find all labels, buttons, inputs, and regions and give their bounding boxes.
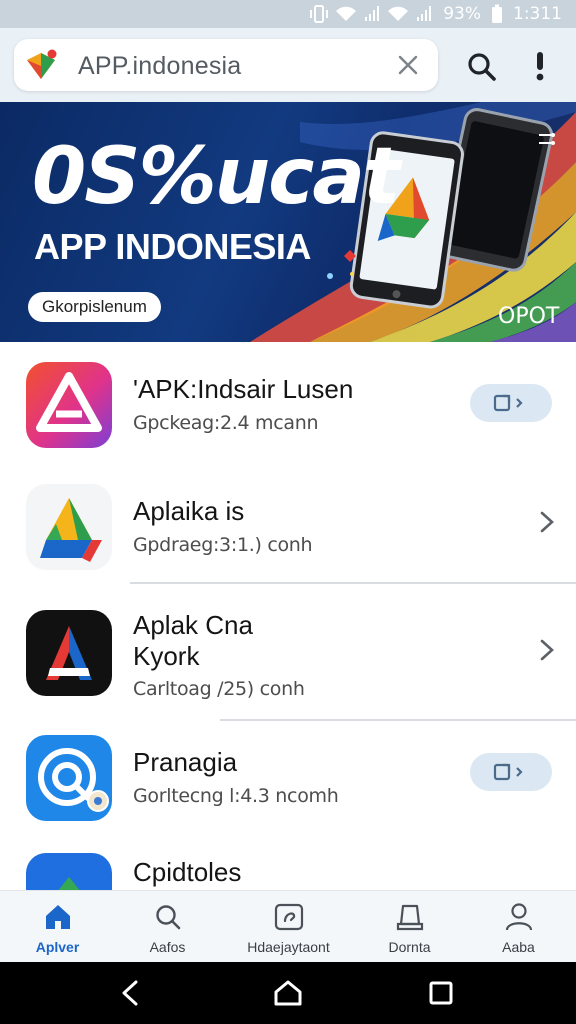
battery-icon — [492, 4, 502, 23]
banner-subtitle: APP INDONESIA — [34, 226, 311, 267]
app-name: Cpidtoles — [133, 857, 242, 887]
nav-tab-search[interactable]: Aafos — [110, 891, 225, 963]
status-icons — [309, 5, 433, 23]
profile-icon — [505, 903, 532, 931]
open-app-icon — [493, 394, 523, 412]
wifi-icon-2 — [388, 6, 409, 21]
close-icon — [398, 55, 418, 75]
nav-tab-home[interactable]: Aplver — [0, 891, 115, 963]
app-name: Pranagia — [133, 747, 238, 777]
signal-icon — [365, 6, 380, 21]
search-input[interactable]: APP.indonesia — [78, 52, 241, 81]
app-name-line-1: Aplak Cna — [133, 610, 253, 640]
more-vertical-icon[interactable] — [528, 49, 552, 83]
open-app-icon — [493, 763, 523, 781]
prism-logo-icon — [40, 498, 102, 562]
chevron-right-icon[interactable] — [536, 636, 558, 664]
updates-icon — [274, 903, 303, 931]
home-button-icon[interactable] — [271, 978, 305, 1008]
list-item[interactable]: Aplaika is Gpdraeg:3:1.) conh — [0, 472, 576, 584]
battery-percent: 93% — [443, 4, 481, 24]
app-name: 'APK:Indsair Lusen — [133, 374, 354, 404]
app-logo-icon — [58, 877, 80, 890]
wifi-icon — [336, 6, 357, 21]
app-icon-aplak-cna — [26, 610, 112, 696]
banner-title: 0S%ucat — [32, 132, 400, 222]
app-icon-aplaika — [26, 484, 112, 570]
list-item[interactable]: 'APK:Indsair Lusen Gpckeag:2.4 mcann — [0, 342, 576, 472]
search-icon — [155, 905, 180, 930]
nav-tab-profile[interactable]: Aaba — [461, 891, 576, 963]
system-navigation-bar — [0, 962, 576, 1024]
list-item[interactable]: Cpidtoles — [0, 839, 576, 890]
status-bar: 93% 1:311 — [0, 0, 576, 28]
chevron-right-icon[interactable] — [536, 508, 558, 536]
nav-label: Aplver — [35, 939, 80, 955]
app-list: 'APK:Indsair Lusen Gpckeag:2.4 mcann Apl… — [0, 342, 576, 890]
vibrate-icon — [310, 5, 329, 23]
app-meta: Gpdraeg:3:1.) conh — [133, 534, 313, 556]
clear-search-button[interactable] — [394, 51, 422, 79]
app-icon-apk — [26, 362, 112, 448]
lens-logo-icon — [38, 748, 109, 812]
banner-cta-button[interactable]: Gkorpislenum — [28, 292, 161, 322]
open-button[interactable] — [470, 384, 552, 422]
nav-label: Hdaejaytaont — [247, 939, 330, 955]
status-time: 1:311 — [513, 4, 562, 24]
home-icon — [45, 905, 70, 929]
app-meta: Carltoag /25) conh — [133, 678, 305, 700]
nav-label: Aaba — [502, 939, 535, 955]
nav-label: Aafos — [149, 939, 186, 955]
list-item[interactable]: Aplak Cna Kyork Carltoag /25) conh — [0, 584, 576, 720]
search-header: APP.indonesia — [0, 28, 576, 102]
banner-corner-text: OPOT — [498, 304, 560, 329]
promo-banner[interactable]: 0S%ucat APP INDONESIA Gkorpislenum OPOT — [0, 102, 576, 342]
a-logo-icon — [46, 626, 92, 680]
open-button[interactable] — [470, 753, 552, 791]
recents-icon[interactable] — [424, 978, 458, 1008]
app-meta: Gpckeag:2.4 mcann — [133, 412, 319, 434]
list-item[interactable]: Pranagia Gorltecng l:4.3 ncomh — [0, 721, 576, 839]
nav-tab-updates[interactable]: Hdaejaytaont — [231, 891, 346, 963]
nav-tab-library[interactable]: Dornta — [352, 891, 467, 963]
app-name: Aplaika is — [133, 496, 245, 526]
bottom-navigation: Aplver Aafos Hdaejaytaont Dornta Aaba — [0, 890, 576, 962]
search-bar[interactable]: APP.indonesia — [14, 39, 438, 91]
library-icon — [396, 904, 423, 931]
nav-label: Dornta — [388, 939, 431, 955]
search-icon[interactable] — [466, 51, 498, 83]
app-name-line-2: Kyork — [133, 641, 200, 671]
triangle-logo-icon — [36, 372, 102, 432]
app-icon-pranagia — [26, 735, 112, 821]
signal-icon-2 — [417, 6, 432, 21]
back-icon[interactable] — [114, 978, 148, 1008]
app-indonesia-logo-icon — [27, 49, 57, 79]
app-meta: Gorltecng l:4.3 ncomh — [133, 785, 339, 807]
share-icon[interactable] — [538, 132, 556, 146]
app-icon-cpidtoles — [26, 853, 112, 890]
